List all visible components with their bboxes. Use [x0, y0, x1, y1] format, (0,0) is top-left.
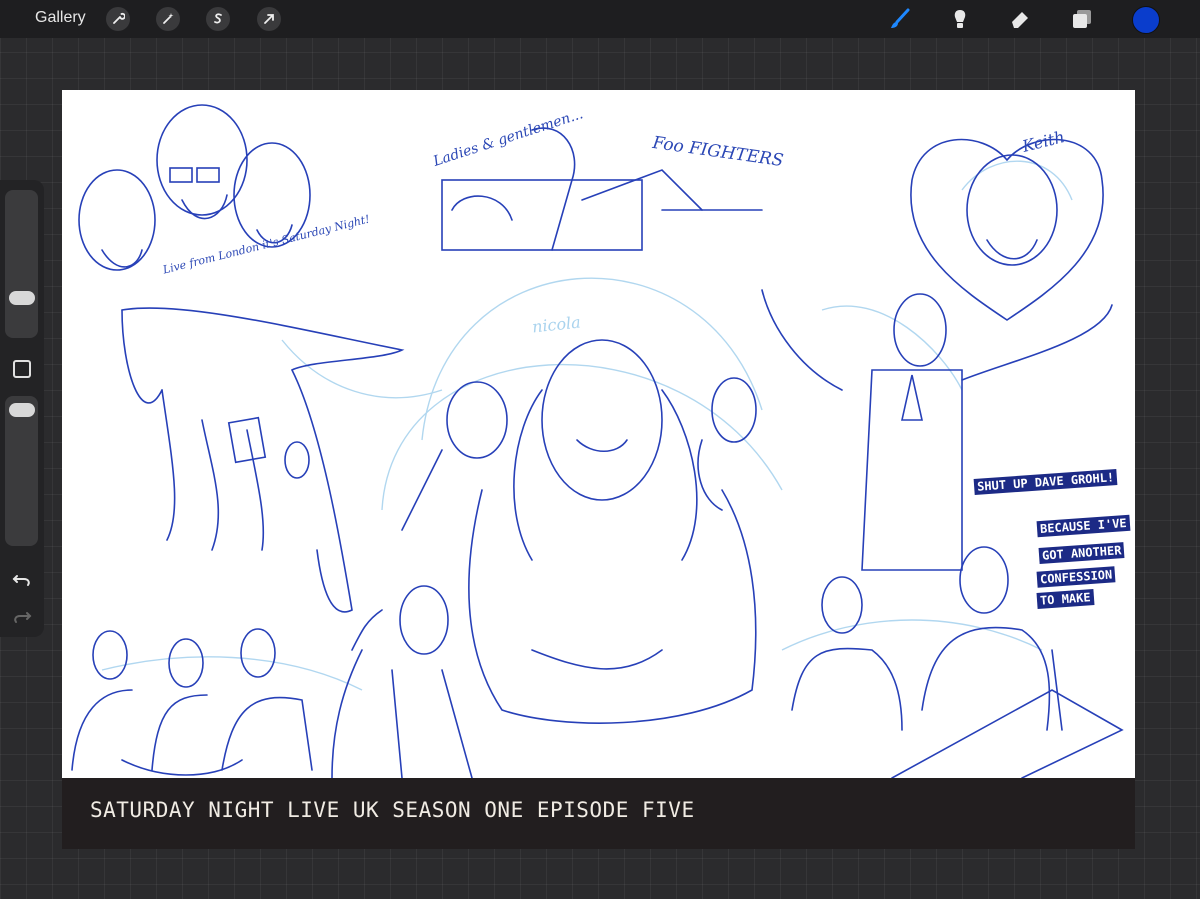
opacity-slider[interactable] [5, 396, 38, 546]
move-arrow-icon[interactable] [257, 7, 281, 31]
wrench-icon[interactable] [106, 7, 130, 31]
opacity-slider-thumb[interactable] [9, 402, 35, 417]
drawing-canvas[interactable]: Ladies & gentlemen... Foo FIGHTERS Live … [62, 90, 1135, 849]
color-picker-button[interactable] [1132, 6, 1160, 34]
brush-size-slider-thumb[interactable] [9, 290, 35, 305]
eraser-icon[interactable] [1008, 7, 1032, 31]
undo-icon[interactable] [11, 568, 33, 590]
magic-wand-icon[interactable] [156, 7, 180, 31]
gallery-button[interactable]: Gallery [35, 9, 86, 27]
smudge-icon[interactable] [948, 7, 972, 31]
left-sidebar [0, 180, 44, 637]
top-toolbar: Gallery [0, 0, 1200, 38]
modify-button[interactable] [13, 360, 31, 378]
selection-s-icon[interactable] [206, 7, 230, 31]
episode-banner: SATURDAY NIGHT LIVE UK SEASON ONE EPISOD… [62, 778, 1135, 849]
sketch-artwork [71, 104, 1124, 778]
banner-title: SATURDAY NIGHT LIVE UK SEASON ONE EPISOD… [90, 798, 695, 822]
brush-icon[interactable] [888, 7, 912, 31]
brush-size-slider[interactable] [5, 190, 38, 338]
layers-icon[interactable] [1070, 7, 1094, 31]
redo-icon[interactable] [11, 605, 33, 627]
